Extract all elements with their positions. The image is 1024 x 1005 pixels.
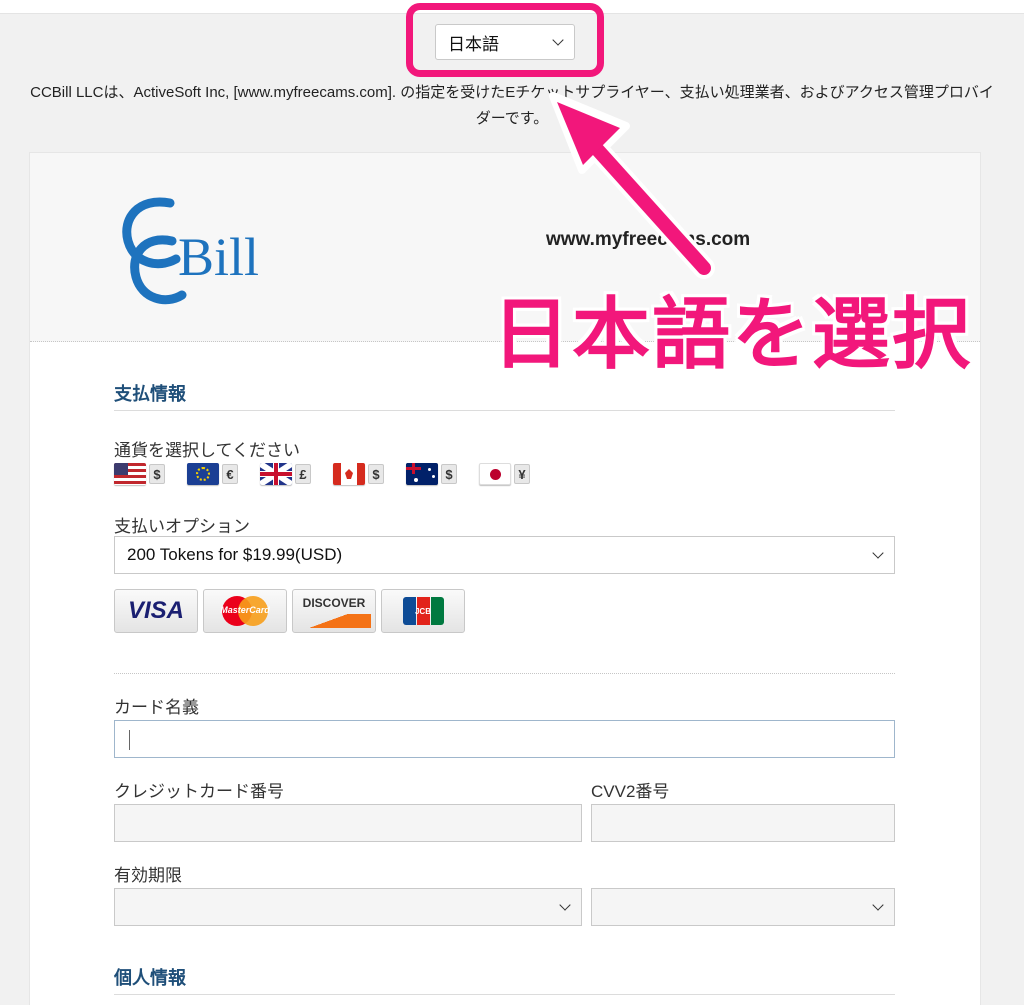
personal-section-title: 個人情報 [114,968,186,988]
card-label: JCB [414,606,431,616]
expiry-label: 有効期限 [114,866,182,885]
payment-option-select[interactable]: 200 Tokens for $19.99(USD) [114,536,895,574]
eu-flag-icon [187,463,219,485]
us-flag-icon [114,463,146,485]
cardholder-name-label: カード名義 [114,698,199,717]
currency-picker: $ € £ $ $ ¥ [114,463,530,485]
card-number-input[interactable] [114,804,582,842]
ccbill-logo: Bill [122,197,259,305]
mastercard-icon: MasterCard [203,589,287,633]
visa-card-icon: VISA [114,589,198,633]
currency-symbol: $ [368,464,384,484]
language-select-value: 日本語 [448,34,499,54]
jcb-card-icon: JCB [381,589,465,633]
merchant-name: www.myfreecams.com [546,229,751,250]
cvv-label: CVV2番号 [591,782,670,801]
currency-symbol: ¥ [514,464,530,484]
divider [114,673,895,674]
currency-symbol: € [222,464,238,484]
currency-symbol: £ [295,464,311,484]
divider [114,994,895,995]
au-flag-icon [406,463,438,485]
discover-card-icon: DISCOVER [292,589,376,633]
chevron-down-icon [559,899,571,911]
expiry-year-select[interactable] [591,888,895,926]
provider-notice: CCBill LLCは、ActiveSoft Inc, [www.myfreec… [30,84,994,127]
payment-option-label: 支払いオプション [114,517,250,536]
card-label: VISA [127,597,184,624]
currency-option-gbp[interactable]: £ [260,463,311,485]
currency-symbol: $ [149,464,165,484]
ca-flag-icon [333,463,365,485]
currency-option-aud[interactable]: $ [406,463,457,485]
currency-symbol: $ [441,464,457,484]
currency-option-jpy[interactable]: ¥ [479,463,530,485]
language-select[interactable]: 日本語 [435,24,575,60]
uk-flag-icon [260,463,292,485]
currency-option-eur[interactable]: € [187,463,238,485]
cardholder-name-input[interactable] [114,720,895,758]
currency-option-usd[interactable]: $ [114,463,165,485]
currency-option-cad[interactable]: $ [333,463,384,485]
payment-section-title: 支払情報 [114,384,186,404]
divider [114,410,895,411]
card-number-label: クレジットカード番号 [114,782,284,801]
card-label: DISCOVER [302,596,366,610]
accepted-cards: VISA MasterCard DISCOVER JCB [114,589,465,633]
text-caret [129,730,130,750]
card-label: MasterCard [220,605,270,615]
ccbill-logo-text: Bill [178,227,259,287]
top-bar [0,0,1024,14]
cvv-input[interactable] [591,804,895,842]
chevron-down-icon [872,547,884,559]
payment-option-value: 200 Tokens for $19.99(USD) [127,545,343,564]
expiry-month-select[interactable] [114,888,582,926]
jp-flag-icon [479,463,511,485]
annotation-callout: 日本語を選択 [492,290,973,378]
currency-label: 通貨を選択してください [114,441,300,460]
chevron-down-icon [872,899,884,911]
chevron-down-icon [552,34,564,46]
